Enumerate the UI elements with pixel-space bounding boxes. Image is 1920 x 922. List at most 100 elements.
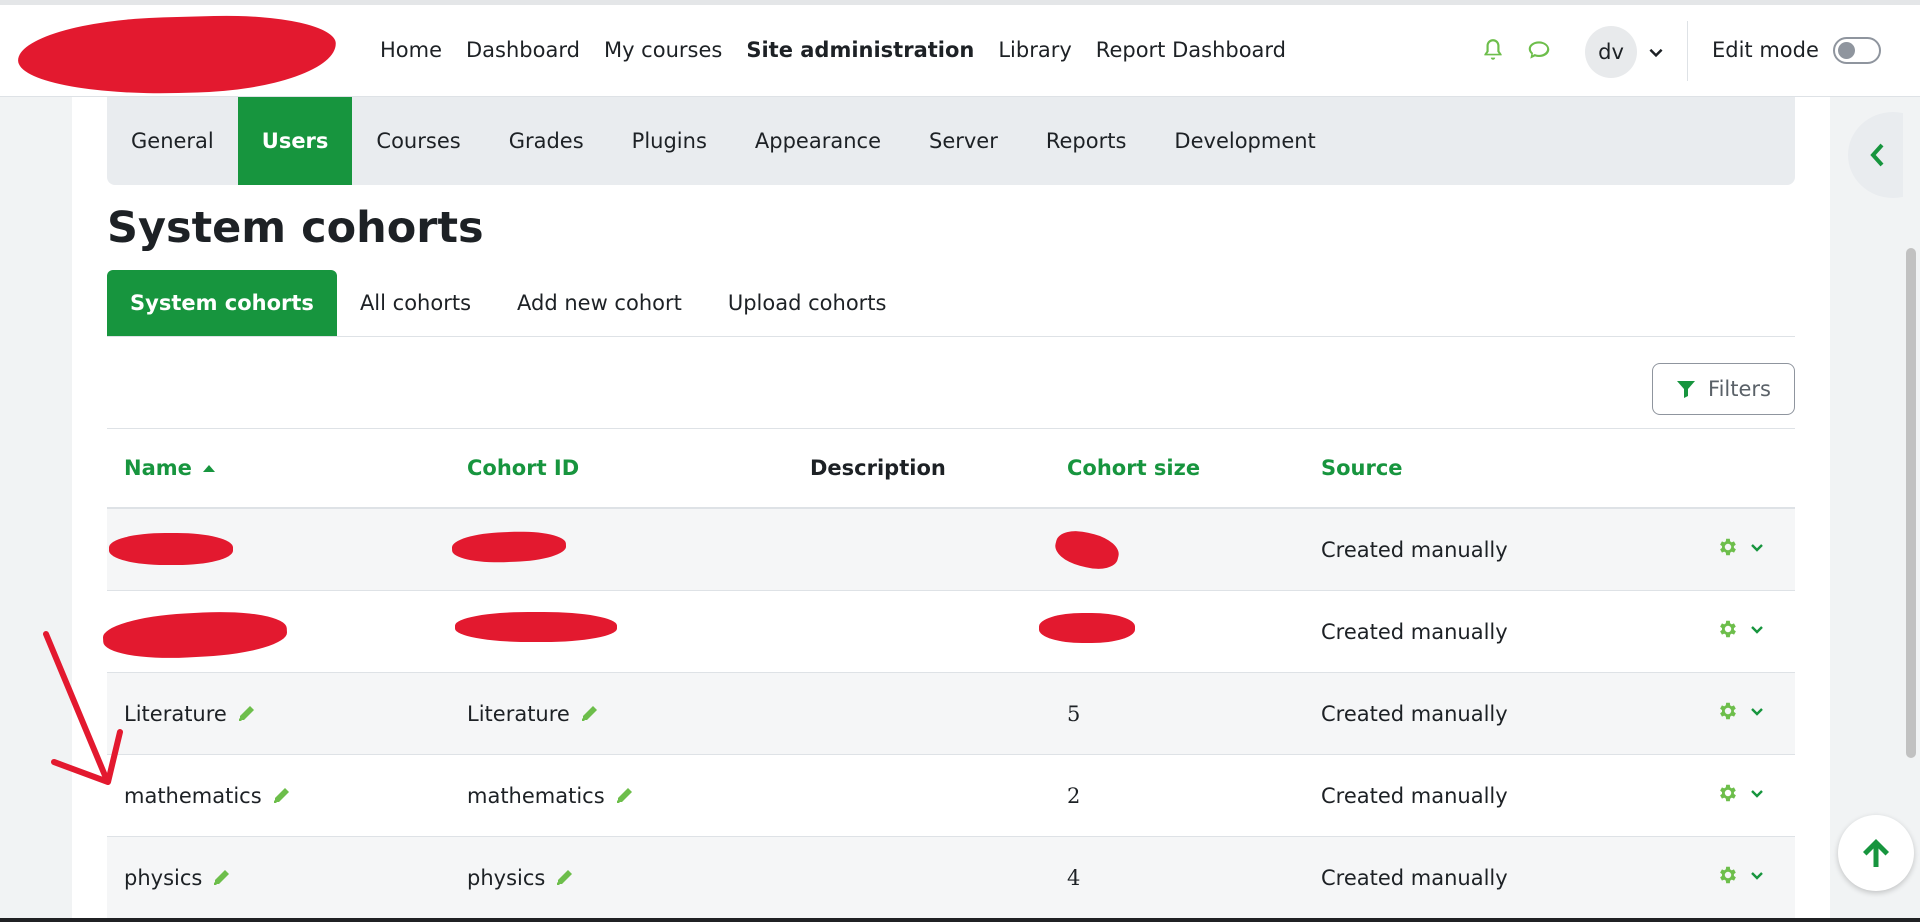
edit-mode-label: Edit mode: [1712, 38, 1819, 62]
cohort-name: physics: [124, 865, 203, 890]
tab-reports[interactable]: Reports: [1022, 97, 1151, 185]
chevron-left-icon: [1870, 143, 1884, 167]
nav-report-dashboard[interactable]: Report Dashboard: [1096, 38, 1286, 62]
table-row: Created manually: [101, 591, 1795, 673]
nav-dashboard[interactable]: Dashboard: [466, 38, 580, 62]
tab-courses[interactable]: Courses: [352, 97, 484, 185]
column-header-cohort-size[interactable]: Cohort size: [1067, 429, 1200, 507]
notification-bell-icon[interactable]: [1476, 33, 1510, 67]
chevron-down-icon[interactable]: [1749, 785, 1765, 801]
edit-pencil-icon[interactable]: [271, 786, 291, 806]
row-actions[interactable]: [1717, 618, 1765, 640]
tab-upload-cohorts[interactable]: Upload cohorts: [705, 270, 910, 336]
user-avatar[interactable]: dv: [1585, 26, 1637, 78]
redacted-cohort-id: [451, 530, 567, 564]
cell-source: Created manually: [1321, 783, 1508, 808]
tab-server[interactable]: Server: [905, 97, 1022, 185]
tab-users[interactable]: Users: [237, 97, 353, 185]
tab-add-new-cohort[interactable]: Add new cohort: [494, 270, 705, 336]
cell-name: mathematics: [124, 755, 291, 836]
edit-pencil-icon[interactable]: [236, 704, 256, 724]
row-actions[interactable]: [1717, 864, 1765, 886]
column-header-source[interactable]: Source: [1321, 429, 1403, 507]
cell-cohort-id: Literature: [467, 673, 599, 754]
edit-mode-toggle[interactable]: [1832, 36, 1881, 64]
tab-development[interactable]: Development: [1150, 97, 1339, 185]
top-navbar: Home Dashboard My courses Site administr…: [0, 5, 1920, 98]
cell-source: Created manually: [1321, 701, 1508, 726]
secondary-navigation: General Users Courses Grades Plugins App…: [107, 97, 1795, 185]
filters-button[interactable]: Filters: [1652, 363, 1795, 415]
scrollbar-thumb[interactable]: [1906, 248, 1916, 758]
user-menu-chevron-down-icon[interactable]: [1647, 43, 1665, 61]
redacted-cohort-id: [455, 612, 617, 642]
cohort-id: mathematics: [467, 783, 605, 808]
cell-source: Created manually: [1321, 619, 1508, 644]
tab-appearance[interactable]: Appearance: [731, 97, 905, 185]
sort-ascending-icon: [202, 465, 215, 472]
gear-icon[interactable]: [1717, 864, 1739, 886]
edit-mode-control: Edit mode: [1712, 5, 1881, 95]
cell-cohort-id: mathematics: [467, 755, 634, 836]
chevron-down-icon[interactable]: [1749, 539, 1765, 555]
cohort-id: physics: [467, 865, 546, 890]
annotation-arrow: [43, 631, 123, 785]
table-row: physics physics 4 Created manually: [107, 837, 1795, 919]
cohort-navigation: System cohorts All cohorts Add new cohor…: [107, 270, 1795, 337]
cell-cohort-size: 5: [1067, 701, 1081, 726]
cell-cohort-size: 2: [1067, 783, 1081, 808]
cohort-name: mathematics: [124, 783, 262, 808]
tab-system-cohorts[interactable]: System cohorts: [107, 270, 337, 336]
edit-pencil-icon[interactable]: [211, 868, 231, 888]
chevron-down-icon[interactable]: [1749, 621, 1765, 637]
nav-home[interactable]: Home: [380, 38, 442, 62]
cell-name: Literature: [124, 673, 256, 754]
gear-icon[interactable]: [1717, 782, 1739, 804]
messages-chat-icon[interactable]: [1522, 33, 1556, 67]
tab-general[interactable]: General: [107, 97, 238, 185]
cohort-id: Literature: [467, 701, 570, 726]
navbar-divider: [1687, 21, 1688, 81]
main-content: General Users Courses Grades Plugins App…: [72, 97, 1830, 922]
cell-cohort-size: 4: [1067, 865, 1081, 890]
row-actions[interactable]: [1717, 536, 1765, 558]
edit-pencil-icon[interactable]: [579, 704, 599, 724]
cell-source: Created manually: [1321, 537, 1508, 562]
cell-cohort-id: physics: [467, 837, 574, 918]
filter-funnel-icon: [1677, 381, 1696, 398]
filters-button-label: Filters: [1708, 377, 1771, 401]
navbar-icons: [1476, 5, 1568, 95]
table-header: Name Cohort ID Description Cohort size S…: [107, 429, 1795, 509]
arrow-up-icon: [1863, 839, 1889, 867]
nav-library[interactable]: Library: [998, 38, 1071, 62]
site-logo-redacted[interactable]: [17, 12, 337, 98]
cell-name: physics: [124, 837, 231, 918]
cell-source: Created manually: [1321, 865, 1508, 890]
chevron-down-icon[interactable]: [1749, 703, 1765, 719]
row-actions[interactable]: [1717, 782, 1765, 804]
column-header-cohort-id[interactable]: Cohort ID: [467, 429, 579, 507]
redacted-name: [109, 533, 233, 565]
cohort-name: Literature: [124, 701, 227, 726]
nav-my-courses[interactable]: My courses: [604, 38, 722, 62]
tab-all-cohorts[interactable]: All cohorts: [337, 270, 494, 336]
bottom-edge: [0, 918, 1920, 922]
row-actions[interactable]: [1717, 700, 1765, 722]
gear-icon[interactable]: [1717, 536, 1739, 558]
gear-icon[interactable]: [1717, 618, 1739, 640]
gear-icon[interactable]: [1717, 700, 1739, 722]
primary-navigation: Home Dashboard My courses Site administr…: [380, 5, 1310, 95]
column-header-description: Description: [810, 456, 946, 480]
back-to-top-button[interactable]: [1838, 815, 1914, 891]
edit-pencil-icon[interactable]: [614, 786, 634, 806]
nav-site-administration[interactable]: Site administration: [746, 38, 974, 62]
chevron-down-icon[interactable]: [1749, 867, 1765, 883]
tab-plugins[interactable]: Plugins: [608, 97, 731, 185]
redacted-cohort-size: [1039, 613, 1135, 643]
tab-grades[interactable]: Grades: [485, 97, 608, 185]
edit-pencil-icon[interactable]: [554, 868, 574, 888]
column-header-name-label: Name: [124, 456, 192, 480]
column-header-name[interactable]: Name: [124, 429, 216, 507]
toggle-knob: [1837, 41, 1855, 59]
redacted-cohort-size: [1051, 525, 1123, 575]
